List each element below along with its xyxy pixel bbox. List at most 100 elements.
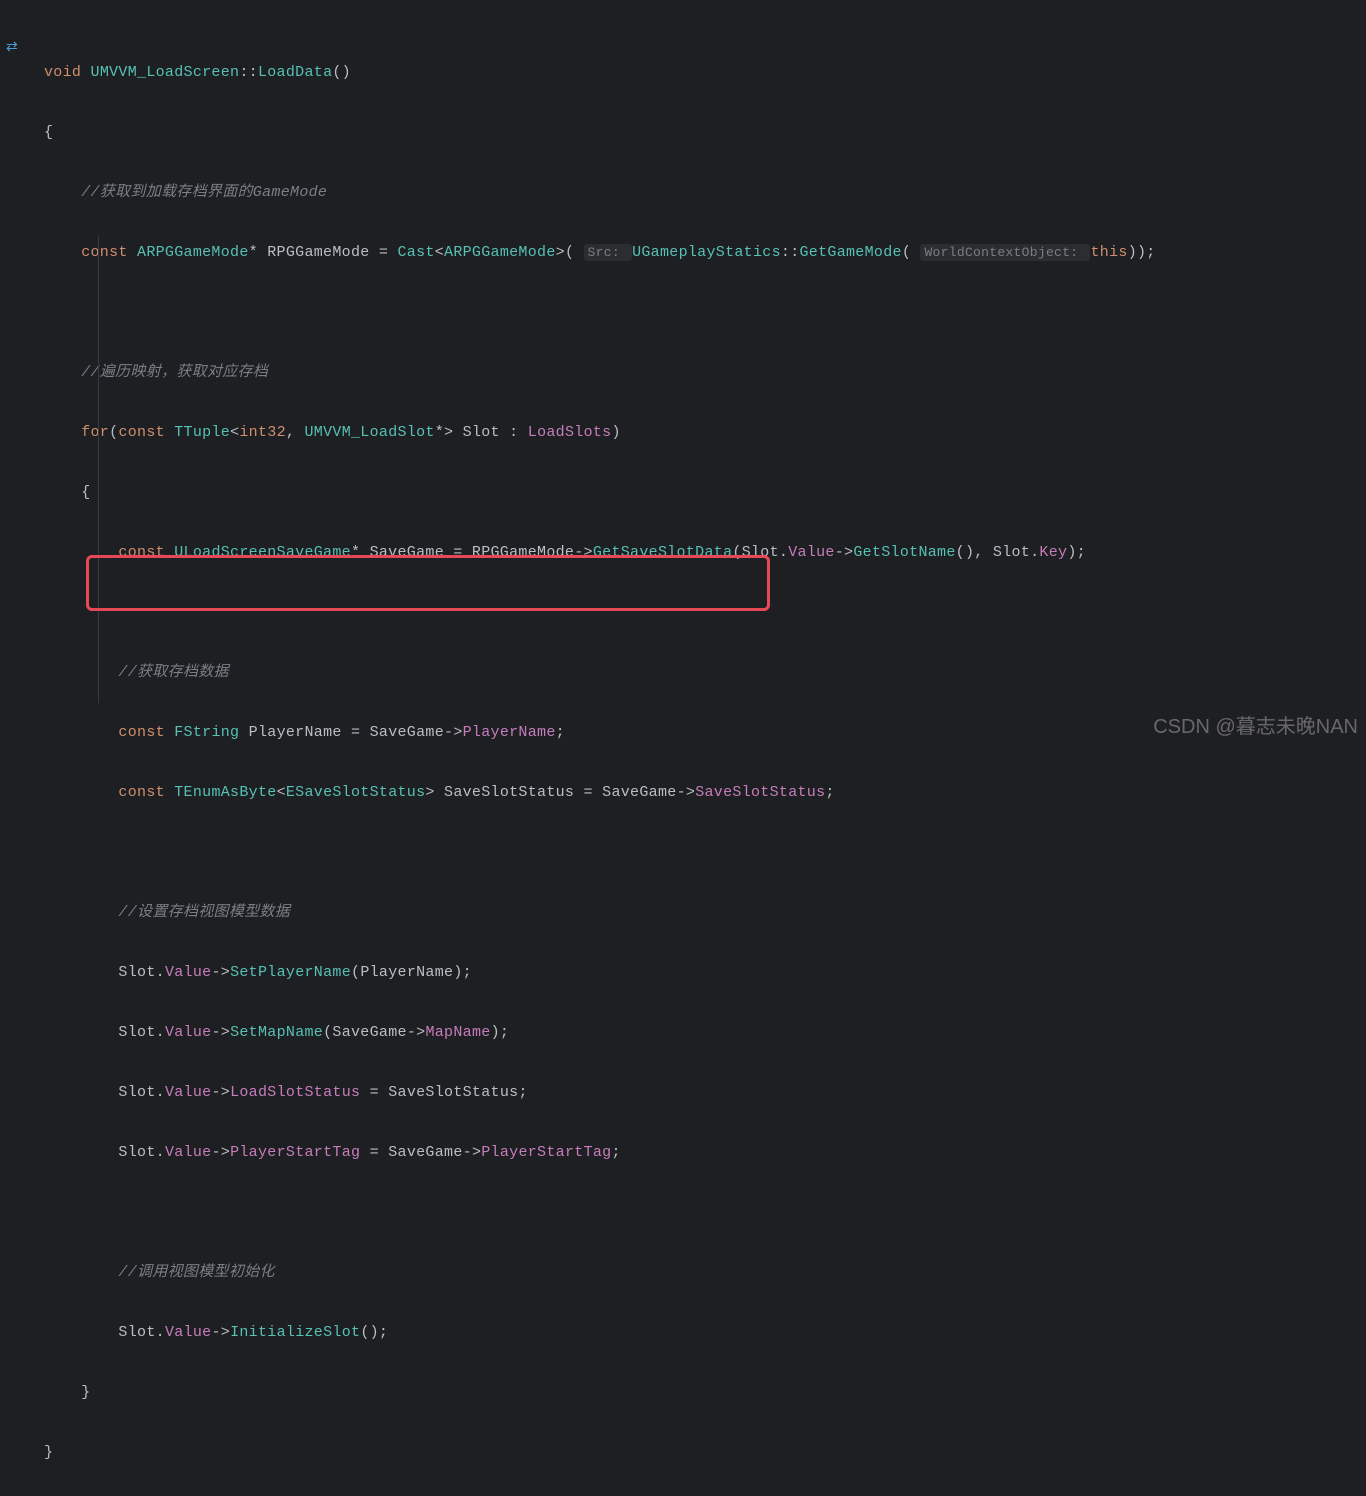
code-line[interactable]: const ARPGGameMode* RPGGameMode = Cast<A…	[44, 238, 1366, 268]
op: =	[444, 544, 472, 561]
code-line[interactable]	[44, 838, 1366, 868]
code-line[interactable]: const TEnumAsByte<ESaveSlotStatus> SaveS…	[44, 778, 1366, 808]
member: Value	[165, 1324, 212, 1341]
op: =	[360, 1144, 388, 1161]
code-editor[interactable]: void UMVVM_LoadScreen::LoadData() { //获取…	[0, 0, 1366, 1496]
var: SaveSlotStatus	[388, 1084, 518, 1101]
var: Slot	[118, 1324, 155, 1341]
member: Value	[165, 1144, 212, 1161]
angle: <	[277, 784, 286, 801]
indent	[44, 964, 118, 981]
code-line[interactable]: Slot.Value->InitializeSlot();	[44, 1318, 1366, 1348]
var: RPGGameMode	[267, 244, 369, 261]
arrow: ->	[211, 1324, 230, 1341]
scope-op: ::	[239, 64, 258, 81]
code-line[interactable]: void UMVVM_LoadScreen::LoadData()	[44, 58, 1366, 88]
angle: >(	[556, 244, 584, 261]
arrow: ->	[835, 544, 854, 561]
indent	[44, 1084, 118, 1101]
brace: {	[44, 124, 53, 141]
paren: (	[902, 244, 921, 261]
code-line[interactable]: Slot.Value->LoadSlotStatus = SaveSlotSta…	[44, 1078, 1366, 1108]
code-line[interactable]: //调用视图模型初始化	[44, 1258, 1366, 1288]
arrow: ->	[677, 784, 696, 801]
dot: .	[779, 544, 788, 561]
keyword: const	[118, 784, 174, 801]
code-line[interactable]: //设置存档视图模型数据	[44, 898, 1366, 928]
comment: //获取存档数据	[44, 664, 229, 681]
code-line[interactable]: {	[44, 478, 1366, 508]
indent	[44, 1144, 118, 1161]
ptr: *	[249, 244, 268, 261]
dot: .	[156, 964, 165, 981]
member: SaveSlotStatus	[695, 784, 825, 801]
func: InitializeSlot	[230, 1324, 360, 1341]
arrow: ->	[211, 964, 230, 981]
code-line[interactable]: //遍历映射，获取对应存档	[44, 358, 1366, 388]
func: Cast	[397, 244, 434, 261]
code-line[interactable]: Slot.Value->SetPlayerName(PlayerName);	[44, 958, 1366, 988]
var: SaveGame	[370, 724, 444, 741]
op: =	[370, 244, 398, 261]
code-line[interactable]: //获取到加载存档界面的GameMode	[44, 178, 1366, 208]
code-line[interactable]: for(const TTuple<int32, UMVVM_LoadSlot*>…	[44, 418, 1366, 448]
code-line[interactable]: }	[44, 1378, 1366, 1408]
code-line[interactable]: //获取存档数据	[44, 658, 1366, 688]
func: GetGameMode	[800, 244, 902, 261]
var: SaveGame	[602, 784, 676, 801]
member: Value	[165, 1024, 212, 1041]
end: ));	[1128, 244, 1156, 261]
var: SaveSlotStatus	[444, 784, 574, 801]
code-line[interactable]: {	[44, 118, 1366, 148]
ptr: *	[351, 544, 370, 561]
code-line[interactable]: }	[44, 1438, 1366, 1468]
paren: (	[351, 964, 360, 981]
member: PlayerStartTag	[481, 1144, 611, 1161]
comment: //遍历映射，获取对应存档	[44, 364, 268, 381]
dot: .	[156, 1024, 165, 1041]
indent	[44, 1324, 118, 1341]
type: ARPGGameMode	[137, 244, 249, 261]
member: LoadSlotStatus	[230, 1084, 360, 1101]
paren: (),	[956, 544, 993, 561]
keyword: const	[44, 244, 137, 261]
watermark: CSDN @暮志未晚NAN	[1153, 712, 1358, 742]
member: Key	[1039, 544, 1067, 561]
code-line[interactable]	[44, 298, 1366, 328]
comment: //获取到加载存档界面的GameMode	[44, 184, 327, 201]
member: PlayerStartTag	[230, 1144, 360, 1161]
var: Slot	[118, 1144, 155, 1161]
keyword: const	[118, 424, 174, 441]
gutter-marker-icon[interactable]: ⇄	[6, 33, 18, 63]
indent-guide	[98, 236, 99, 703]
keyword: const	[118, 724, 174, 741]
end: );	[491, 1024, 510, 1041]
code-line[interactable]: Slot.Value->PlayerStartTag = SaveGame->P…	[44, 1138, 1366, 1168]
var: SaveGame	[370, 544, 444, 561]
code-line[interactable]: Slot.Value->SetMapName(SaveGame->MapName…	[44, 1018, 1366, 1048]
brace: {	[44, 484, 91, 501]
arrow: ->	[444, 724, 463, 741]
code-line[interactable]: const ULoadScreenSaveGame* SaveGame = RP…	[44, 538, 1366, 568]
var: SaveGame	[388, 1144, 462, 1161]
this-kw: this	[1090, 244, 1127, 261]
angle: <	[230, 424, 239, 441]
code-line[interactable]	[44, 1198, 1366, 1228]
dot: .	[156, 1324, 165, 1341]
member: Value	[165, 1084, 212, 1101]
class: UGameplayStatics	[632, 244, 781, 261]
arrow: ->	[463, 1144, 482, 1161]
indent	[44, 784, 118, 801]
member: Value	[788, 544, 835, 561]
angle: <	[435, 244, 444, 261]
brace: }	[44, 1444, 53, 1461]
func-name: LoadData	[258, 64, 332, 81]
colon: :	[500, 424, 528, 441]
var: Slot	[118, 1084, 155, 1101]
semi: ;	[611, 1144, 620, 1161]
dot: .	[156, 1084, 165, 1101]
code-line[interactable]	[44, 598, 1366, 628]
type: int32	[239, 424, 286, 441]
arrow: ->	[407, 1024, 426, 1041]
keyword: void	[44, 64, 91, 81]
